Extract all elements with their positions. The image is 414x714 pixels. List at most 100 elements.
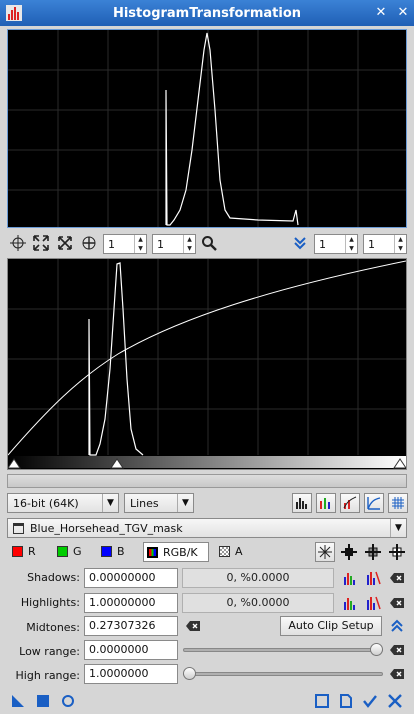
channel-label: B [117, 545, 125, 558]
documentation-icon[interactable] [338, 693, 354, 709]
output-histogram[interactable] [7, 258, 407, 470]
channel-a[interactable]: A [219, 545, 243, 558]
channel-label: G [73, 545, 82, 558]
shade-icon[interactable]: ✕ [372, 4, 390, 22]
zoom-x-value[interactable]: 1 [104, 238, 134, 251]
shadows-input[interactable]: 0.00000000 [84, 568, 178, 588]
apply-global-icon[interactable] [35, 693, 51, 709]
zoom-icon[interactable] [199, 233, 219, 253]
reset-midtones-icon[interactable] [183, 616, 203, 636]
auto-zero-shadows-icon[interactable] [363, 568, 383, 588]
shadows-clipping-stat: 0, %0.0000 [182, 568, 334, 588]
resolution-value: 16-bit (64K) [13, 496, 79, 510]
stepper-arrows[interactable]: ▲ ▼ [134, 235, 146, 253]
reset-high-range-icon[interactable] [387, 664, 407, 684]
channel-label: A [235, 545, 243, 558]
highlights-input[interactable]: 1.00000000 [84, 593, 178, 613]
title-bar: HistogramTransformation ✕ ✕ [0, 0, 414, 26]
rgbk-swatch-icon [147, 546, 158, 558]
expand-up-icon[interactable] [387, 616, 407, 636]
midtones-input[interactable]: 0.27307326 [84, 616, 178, 636]
low-range-input[interactable]: 0.0000000 [84, 640, 178, 660]
high-range-label: High range: [15, 669, 80, 682]
gray-point-tool-icon[interactable] [363, 542, 383, 562]
zoom-fit-icon[interactable] [31, 233, 51, 253]
real-time-preview-icon[interactable] [60, 693, 76, 709]
reset-highlights-icon[interactable] [387, 593, 407, 613]
low-range-slider[interactable] [183, 643, 383, 657]
stepper-arrows[interactable]: ▲ ▼ [394, 235, 406, 253]
stepper-arrows[interactable]: ▲ ▼ [183, 235, 195, 253]
zoom-x-right-stepper[interactable]: 1 ▲ ▼ [314, 234, 358, 254]
zoom-y-right-stepper[interactable]: 1 ▲ ▼ [363, 234, 407, 254]
transfer-curve-icon [367, 497, 381, 510]
grid-icon [392, 497, 404, 509]
midtones-label: Midtones: [26, 621, 80, 634]
low-range-label: Low range: [19, 645, 80, 658]
chevron-down-icon: ▼ [390, 519, 406, 537]
window-icon [13, 522, 24, 534]
graph-style-select[interactable]: Lines ▼ [124, 493, 194, 513]
zoom-reset-icon[interactable] [55, 233, 75, 253]
graph-style-value: Lines [130, 496, 159, 510]
channel-rgbk[interactable]: RGB/K [143, 542, 209, 562]
zoom-x-right-value[interactable]: 1 [315, 238, 345, 251]
blue-swatch-icon [101, 546, 112, 557]
chevron-down-icon: ▼ [177, 494, 193, 512]
auto-clip-setup-button[interactable]: Auto Clip Setup [280, 616, 382, 636]
histogram-app-icon [6, 5, 22, 21]
zoom-y-value[interactable]: 1 [153, 238, 183, 251]
grid-toggle-button[interactable] [388, 493, 408, 513]
transfer-curve-plot [8, 259, 406, 469]
high-range-input[interactable]: 1.0000000 [84, 664, 178, 684]
view-select[interactable]: Blue_Horsehead_TGV_mask ▼ [7, 518, 407, 538]
process-control-bar [0, 688, 414, 714]
apply-check-icon[interactable] [362, 693, 378, 709]
window-title: HistogramTransformation [112, 5, 302, 21]
auto-clip-highlights-icon[interactable] [340, 593, 360, 613]
channel-r[interactable]: R [12, 545, 36, 558]
plot-curve-button[interactable] [340, 493, 360, 513]
view-value: Blue_Horsehead_TGV_mask [30, 521, 183, 535]
readout-cursor-icon[interactable] [8, 233, 28, 253]
reset-shadows-icon[interactable] [387, 568, 407, 588]
chevron-down-icon: ▼ [102, 494, 118, 512]
highlights-label: Highlights: [20, 596, 80, 609]
plot-histogram-button[interactable] [292, 493, 312, 513]
high-range-slider[interactable] [183, 667, 383, 681]
black-point-tool-icon[interactable] [339, 542, 359, 562]
pan-icon[interactable] [79, 233, 99, 253]
stepper-arrows[interactable]: ▲ ▼ [345, 235, 357, 253]
channel-g[interactable]: G [57, 545, 82, 558]
zoom-in-tool-button[interactable] [315, 542, 335, 562]
shadows-label: Shadows: [27, 571, 80, 584]
resolution-select[interactable]: 16-bit (64K) ▼ [7, 493, 119, 513]
cancel-icon[interactable] [387, 693, 403, 709]
zoom-y-stepper[interactable]: 1 ▲ ▼ [152, 234, 196, 254]
curve-histogram-icon [343, 496, 357, 509]
channel-b[interactable]: B [101, 545, 125, 558]
collapse-icon[interactable] [290, 233, 310, 253]
histogram-scrollbar[interactable] [7, 474, 407, 488]
input-histogram[interactable] [7, 29, 407, 228]
red-swatch-icon [12, 546, 23, 557]
auto-clip-shadows-icon[interactable] [340, 568, 360, 588]
channel-label: R [28, 545, 36, 558]
reset-instance-icon[interactable] [314, 693, 330, 709]
slider-knob[interactable] [183, 667, 196, 680]
crosshair-star-icon [318, 545, 332, 559]
auto-zero-highlights-icon[interactable] [363, 593, 383, 613]
plot-transfer-button[interactable] [364, 493, 384, 513]
reset-low-range-icon[interactable] [387, 640, 407, 660]
white-point-tool-icon[interactable] [387, 542, 407, 562]
new-instance-icon[interactable] [10, 693, 26, 709]
plot-color-histogram-button[interactable] [316, 493, 336, 513]
color-histogram-icon [320, 498, 330, 509]
zoom-y-right-value[interactable]: 1 [364, 238, 394, 251]
slider-knob[interactable] [370, 643, 383, 656]
zoom-x-stepper[interactable]: 1 ▲ ▼ [103, 234, 147, 254]
close-icon[interactable]: ✕ [394, 4, 412, 22]
green-swatch-icon [57, 546, 68, 557]
slider-track [183, 672, 383, 676]
input-histogram-plot [8, 30, 406, 227]
